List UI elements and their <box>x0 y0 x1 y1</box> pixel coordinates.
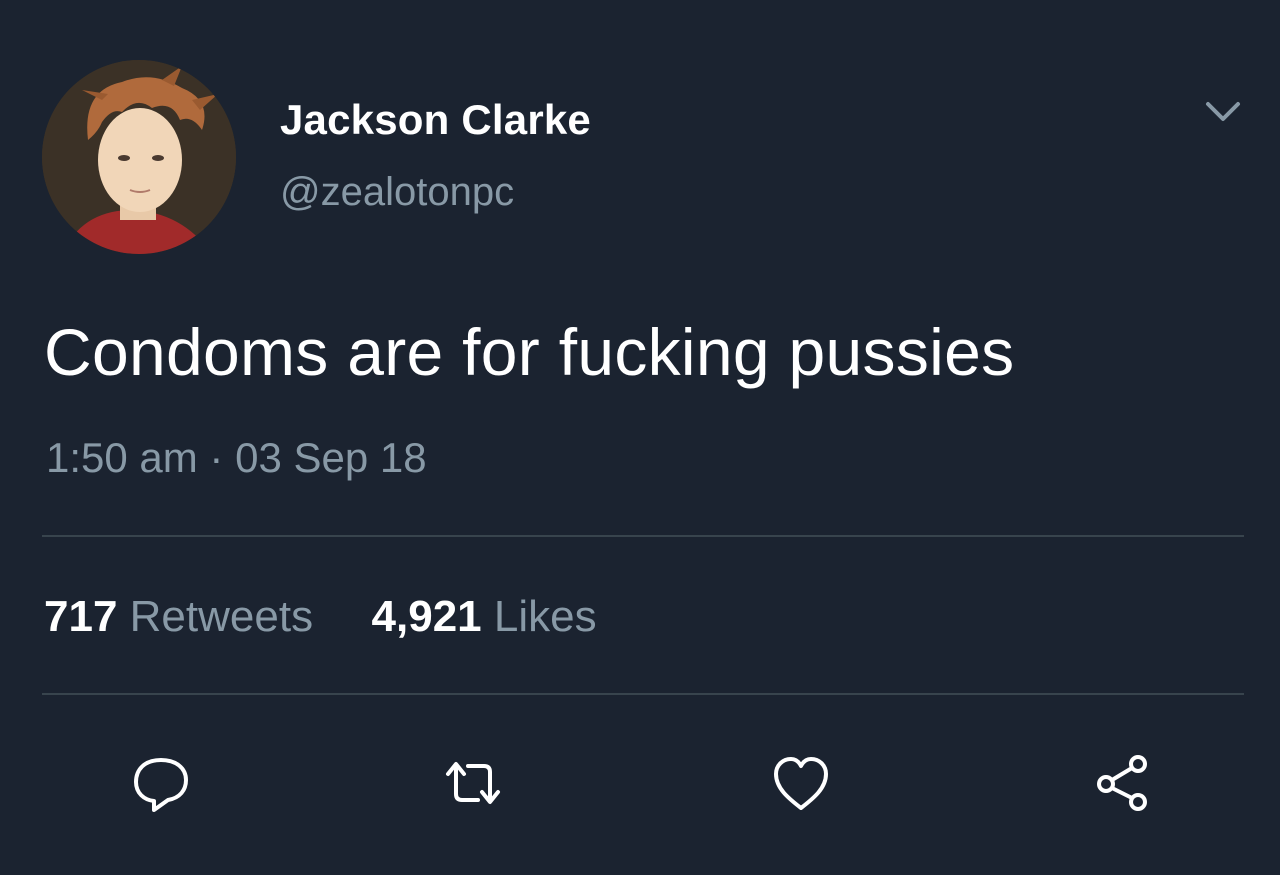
share-icon[interactable] <box>1090 752 1156 814</box>
display-name[interactable]: Jackson Clarke <box>280 96 591 144</box>
retweets-count: 717 <box>44 592 118 641</box>
user-handle[interactable]: @zealotonpc <box>280 170 514 215</box>
likes-count: 4,921 <box>371 592 482 641</box>
retweet-icon[interactable] <box>440 752 506 814</box>
retweets-label: Retweets <box>129 592 314 641</box>
avatar[interactable] <box>42 60 236 254</box>
tweet-card: Jackson Clarke @zealotonpc Condoms are f… <box>0 0 1280 875</box>
tweet-timestamp[interactable]: 1:50 am · 03 Sep 18 <box>46 434 427 482</box>
chevron-down-icon[interactable] <box>1198 94 1248 130</box>
divider <box>42 693 1244 695</box>
heart-icon[interactable] <box>768 752 834 814</box>
reply-icon[interactable] <box>128 752 194 814</box>
divider <box>42 535 1244 537</box>
avatar-illustration <box>42 60 236 254</box>
retweets-stat[interactable]: 717 Retweets <box>44 592 325 641</box>
likes-stat[interactable]: 4,921 Likes <box>359 592 597 641</box>
tweet-text: Condoms are for fucking pussies <box>44 315 1015 389</box>
likes-label: Likes <box>493 592 597 641</box>
tweet-stats: 717 Retweets 4,921 Likes <box>44 592 597 642</box>
